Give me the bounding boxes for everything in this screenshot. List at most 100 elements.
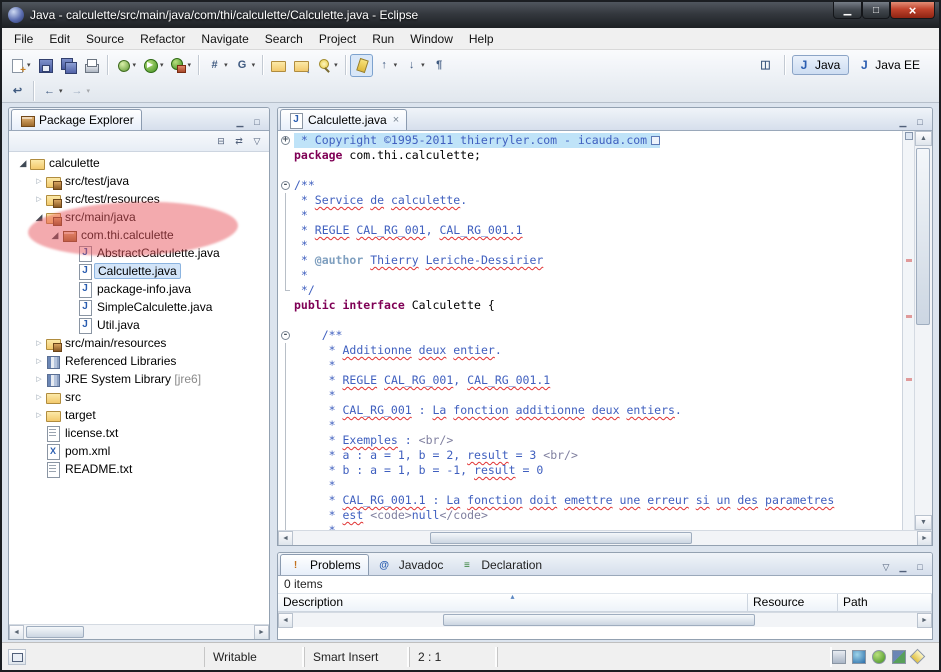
previous-annotation-button[interactable]: ↑▾ <box>373 54 401 77</box>
twisty-icon[interactable]: ▷ <box>33 357 45 365</box>
collapse-all-button[interactable]: ⊟ <box>213 133 229 149</box>
package-explorer-view-tab[interactable]: Package Explorer <box>11 109 142 130</box>
twisty-icon[interactable]: ◢ <box>17 158 29 169</box>
run-history-button[interactable]: ▾ <box>167 54 195 77</box>
tree-item-pom-xml[interactable]: pom.xml <box>9 442 269 460</box>
problems-minimize-icon[interactable]: ▁ <box>895 559 911 575</box>
open-perspective-button[interactable]: ◫ <box>754 54 777 77</box>
fold-collapse-icon[interactable]: - <box>281 331 290 340</box>
save-all-button[interactable] <box>57 54 80 77</box>
column-header-resource[interactable]: Resource <box>748 594 838 612</box>
scroll-right-button[interactable]: ► <box>917 531 932 546</box>
menu-search[interactable]: Search <box>257 30 311 48</box>
editor-tab-calculette[interactable]: Calculette.java × <box>280 109 407 130</box>
column-header-path[interactable]: Path <box>838 594 932 612</box>
fast-view-icon[interactable] <box>8 649 26 665</box>
new-java-project-button[interactable]: #▾ <box>203 54 231 77</box>
menu-run[interactable]: Run <box>364 30 402 48</box>
menu-window[interactable]: Window <box>402 30 461 48</box>
last-edit-location-button[interactable]: ↩ <box>6 80 29 103</box>
twisty-icon[interactable]: ▷ <box>33 339 45 347</box>
scroll-down-button[interactable]: ▼ <box>915 515 932 530</box>
menu-edit[interactable]: Edit <box>41 30 78 48</box>
save-button[interactable] <box>34 54 57 77</box>
menu-refactor[interactable]: Refactor <box>132 30 193 48</box>
toggle-mark-occurrences-button[interactable] <box>350 54 373 77</box>
tab-problems[interactable]: !Problems <box>280 554 369 575</box>
scroll-thumb[interactable] <box>26 626 84 638</box>
tree-item-readme-txt[interactable]: README.txt <box>9 460 269 478</box>
scroll-track[interactable] <box>293 613 917 627</box>
tree-item-calculette[interactable]: ◢calculette <box>9 154 269 172</box>
tree-item-target[interactable]: ▷target <box>9 406 269 424</box>
window-close-button[interactable]: × <box>890 2 935 19</box>
tree-item-referenced-libraries[interactable]: ▷Referenced Libraries <box>9 352 269 370</box>
package-explorer-tree[interactable]: ◢calculette▷src/test/java▷src/test/resou… <box>9 152 269 624</box>
search-button[interactable]: ▾ <box>313 54 341 77</box>
panel-minimize-icon[interactable]: ▁ <box>232 114 248 130</box>
fold-collapse-icon[interactable]: - <box>281 181 290 190</box>
editor-code[interactable]: + * Copyright ©1995-2011 thierryler.com … <box>278 131 902 530</box>
link-with-editor-button[interactable]: ⇄ <box>231 133 247 149</box>
tree-item-src-test-resources[interactable]: ▷src/test/resources <box>9 190 269 208</box>
tree-item-src-test-java[interactable]: ▷src/test/java <box>9 172 269 190</box>
scroll-track[interactable] <box>293 531 917 545</box>
scroll-left-button[interactable]: ◄ <box>9 625 24 640</box>
tree-item-abstractcalculette-java[interactable]: AbstractCalculette.java <box>9 244 269 262</box>
menu-source[interactable]: Source <box>78 30 132 48</box>
scroll-left-button[interactable]: ◄ <box>278 613 293 628</box>
column-header-description[interactable]: Description▴ <box>278 594 748 612</box>
twisty-icon[interactable]: ◢ <box>49 230 61 241</box>
tree-item-license-txt[interactable]: license.txt <box>9 424 269 442</box>
menu-project[interactable]: Project <box>311 30 364 48</box>
scroll-right-button[interactable]: ► <box>254 625 269 640</box>
view-menu-button[interactable]: ▽ <box>249 133 265 149</box>
tree-item-util-java[interactable]: Util.java <box>9 316 269 334</box>
menu-file[interactable]: File <box>6 30 41 48</box>
open-resource-button[interactable] <box>267 54 290 77</box>
forward-button[interactable]: →▾ <box>66 80 94 103</box>
editor-hscrollbar[interactable]: ◄ ► <box>278 530 932 545</box>
problems-hscrollbar[interactable]: ◄ ► <box>278 612 932 627</box>
scroll-thumb[interactable] <box>443 614 755 626</box>
folded-region-indicator[interactable] <box>651 136 660 145</box>
window-maximize-button[interactable]: □ <box>862 2 890 19</box>
back-button[interactable]: ←▾ <box>38 80 66 103</box>
twisty-icon[interactable]: ▷ <box>33 411 45 419</box>
synchronize-icon[interactable] <box>892 650 906 664</box>
editor-presentation-icon[interactable] <box>832 650 846 664</box>
menu-help[interactable]: Help <box>461 30 502 48</box>
tab-declaration[interactable]: ≡Declaration <box>451 554 550 575</box>
java-perspective-button[interactable]: JJava <box>792 55 849 75</box>
tab-javadoc[interactable]: @Javadoc <box>369 554 452 575</box>
scroll-track[interactable] <box>915 146 932 515</box>
problems-view-menu-icon[interactable]: ▽ <box>878 559 894 575</box>
heap-status-icon[interactable] <box>872 650 886 664</box>
debug-button[interactable]: ▾ <box>112 54 140 77</box>
editor-minimize-icon[interactable]: ▁ <box>895 114 911 130</box>
editor-vscrollbar[interactable]: ▲ ▼ <box>914 131 932 530</box>
show-whitespace-button[interactable]: ¶ <box>428 54 451 77</box>
tree-item-calculette-java[interactable]: Calculette.java <box>9 262 269 280</box>
fold-expand-icon[interactable]: + <box>281 136 290 145</box>
editor-maximize-icon[interactable]: □ <box>912 114 928 130</box>
package-explorer-hscrollbar[interactable]: ◄ ► <box>9 624 269 639</box>
new-button[interactable]: ▾ <box>6 54 34 77</box>
import-button[interactable] <box>290 54 313 77</box>
tree-item-src[interactable]: ▷src <box>9 388 269 406</box>
next-annotation-button[interactable]: ↓▾ <box>400 54 428 77</box>
run-button[interactable]: ▾ <box>139 54 167 77</box>
console-icon[interactable] <box>852 650 866 664</box>
twisty-icon[interactable]: ▷ <box>33 177 45 185</box>
tree-item-com-thi-calculette[interactable]: ◢com.thi.calculette <box>9 226 269 244</box>
scroll-up-button[interactable]: ▲ <box>915 131 932 146</box>
new-class-button[interactable]: G▾ <box>231 54 259 77</box>
window-minimize-button[interactable]: ▁ <box>833 2 862 19</box>
scroll-right-button[interactable]: ► <box>917 613 932 628</box>
tree-item-src-main-resources[interactable]: ▷src/main/resources <box>9 334 269 352</box>
twisty-icon[interactable]: ▷ <box>33 393 45 401</box>
title-bar[interactable]: Java - calculette/src/main/java/com/thi/… <box>2 2 939 28</box>
twisty-icon[interactable]: ▷ <box>33 375 45 383</box>
javaee-perspective-button[interactable]: JJava EE <box>852 55 929 75</box>
tree-item-src-main-java[interactable]: ◢src/main/java <box>9 208 269 226</box>
